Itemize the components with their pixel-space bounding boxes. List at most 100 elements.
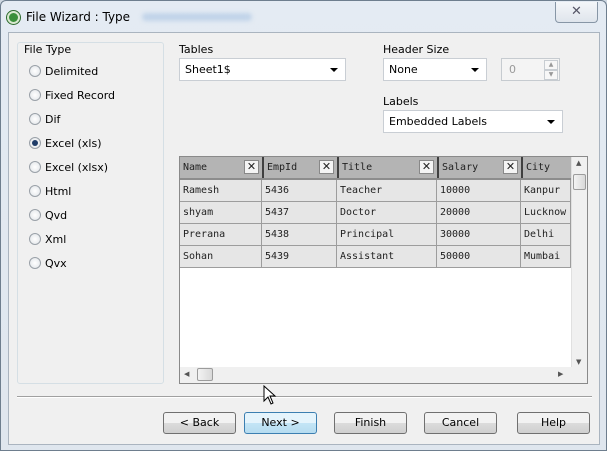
radio-label: Qvx [45,256,67,270]
labels-label: Labels [383,95,419,108]
column-header-label: Salary [442,162,479,173]
radio-icon[interactable] [29,185,41,197]
header-size-dropdown[interactable]: None [383,58,487,81]
table-cell: Prerana [180,224,262,246]
table-cell: Delhi [521,224,571,246]
table-cell: 5437 [262,202,337,224]
grid-header: Name ✕ EmpId ✕ Title ✕ Salary ✕ City [180,157,571,180]
table-cell: 30000 [437,224,521,246]
finish-button[interactable]: Finish [334,412,407,434]
table-cell: Sohan [180,246,262,268]
remove-column-icon[interactable]: ✕ [319,160,334,174]
table-row: Sohan 5439 Assistant 50000 Mumbai [180,246,571,268]
file-type-radio-dif[interactable]: Dif [29,112,60,126]
help-button[interactable]: Help [517,412,590,434]
column-header-label: Name [183,162,208,173]
tables-dropdown[interactable]: Sheet1$ [179,58,346,81]
table-cell: 5439 [262,246,337,268]
table-cell: shyam [180,202,262,224]
radio-label: Dif [45,112,61,126]
column-header-empid[interactable]: EmpId ✕ [262,157,337,178]
radio-label: Qvd [45,208,68,222]
vertical-scrollbar[interactable]: ▲ ▼ [571,157,587,368]
table-cell: 20000 [437,202,521,224]
table-cell: 5438 [262,224,337,246]
radio-label: Excel (xlsx) [45,160,109,174]
radio-icon[interactable] [29,137,41,149]
radio-label: Xml [45,232,67,246]
next-button[interactable]: Next > [244,412,317,434]
back-button[interactable]: < Back [163,412,236,434]
table-cell: Assistant [337,246,437,268]
chevron-down-icon [471,68,479,72]
labels-value: Embedded Labels [389,115,488,128]
file-type-radio-qvd[interactable]: Qvd [29,208,67,222]
radio-icon[interactable] [29,161,41,173]
file-type-radio-fixed-record[interactable]: Fixed Record [29,88,115,102]
file-type-radio-delimited[interactable]: Delimited [29,64,98,78]
labels-dropdown[interactable]: Embedded Labels [383,110,563,133]
radio-icon[interactable] [29,209,41,221]
header-size-label: Header Size [383,43,450,56]
chevron-down-icon [330,68,338,72]
remove-column-icon[interactable]: ✕ [419,160,434,174]
scroll-left-icon[interactable]: ◀ [184,370,189,378]
table-cell: 10000 [437,180,521,202]
file-type-radio-html[interactable]: Html [29,184,71,198]
data-preview-grid[interactable]: Name ✕ EmpId ✕ Title ✕ Salary ✕ City Ramesh 5436 T… [179,156,588,384]
separator [17,396,592,398]
file-type-label: File Type [22,43,74,56]
column-header-salary[interactable]: Salary ✕ [437,157,521,178]
column-header-name[interactable]: Name ✕ [180,157,262,178]
spin-up-icon[interactable]: ▲ [544,60,558,70]
file-wizard-window: File Wizard : Type ✕ File Type Delimited… [0,0,607,451]
table-cell: Mumbai [521,246,571,268]
file-type-radio-excel-xls[interactable]: Excel (xls) [29,136,102,150]
radio-icon[interactable] [29,113,41,125]
radio-label: Excel (xls) [45,136,102,150]
scroll-down-icon[interactable]: ▼ [576,358,581,366]
column-header-label: Title [342,162,373,173]
close-button[interactable]: ✕ [555,2,598,23]
table-cell: Kanpur [521,180,571,202]
column-header-title[interactable]: Title ✕ [337,157,437,178]
cancel-button[interactable]: Cancel [424,412,497,434]
tables-label: Tables [179,43,214,56]
tables-value: Sheet1$ [185,63,231,76]
header-size-value: None [389,63,418,76]
column-header-label: EmpId [267,162,298,173]
spin-down-icon[interactable]: ▼ [544,70,558,80]
remove-column-icon[interactable]: ✕ [244,160,259,174]
scroll-right-icon[interactable]: ▶ [558,370,563,378]
blurred-filename [142,13,253,21]
radio-icon[interactable] [29,257,41,269]
radio-icon[interactable] [29,89,41,101]
file-type-radio-qvx[interactable]: Qvx [29,256,67,270]
spinner-value: 0 [509,63,516,76]
table-cell: Ramesh [180,180,262,202]
remove-column-icon[interactable]: ✕ [503,160,518,174]
radio-icon[interactable] [29,233,41,245]
dialog-body: File Type Delimited Fixed Record Dif Excel … [8,32,600,445]
horizontal-scrollbar[interactable]: ◀ ▶ [180,367,587,383]
column-header-city[interactable]: City [521,157,571,178]
qlikview-app-icon [7,10,20,24]
table-cell: Teacher [337,180,437,202]
table-row: Ramesh 5436 Teacher 10000 Kanpur [180,180,571,202]
header-size-spinner[interactable]: 0 ▲ ▼ [501,58,560,81]
table-cell: Principal [337,224,437,246]
horizontal-scroll-thumb[interactable] [197,368,213,381]
file-type-radio-xml[interactable]: Xml [29,232,66,246]
vertical-scroll-thumb[interactable] [573,174,586,190]
chevron-down-icon [547,120,555,124]
column-header-label: City [526,162,551,173]
title-bar: File Wizard : Type [7,7,253,27]
table-cell: Lucknow [521,202,571,224]
radio-icon[interactable] [29,65,41,77]
scroll-up-icon[interactable]: ▲ [576,159,581,167]
table-row: Prerana 5438 Principal 30000 Delhi [180,224,571,246]
table-cell: Doctor [337,202,437,224]
window-title: File Wizard : Type [26,10,131,24]
table-row: shyam 5437 Doctor 20000 Lucknow [180,202,571,224]
file-type-radio-excel-xlsx[interactable]: Excel (xlsx) [29,160,108,174]
